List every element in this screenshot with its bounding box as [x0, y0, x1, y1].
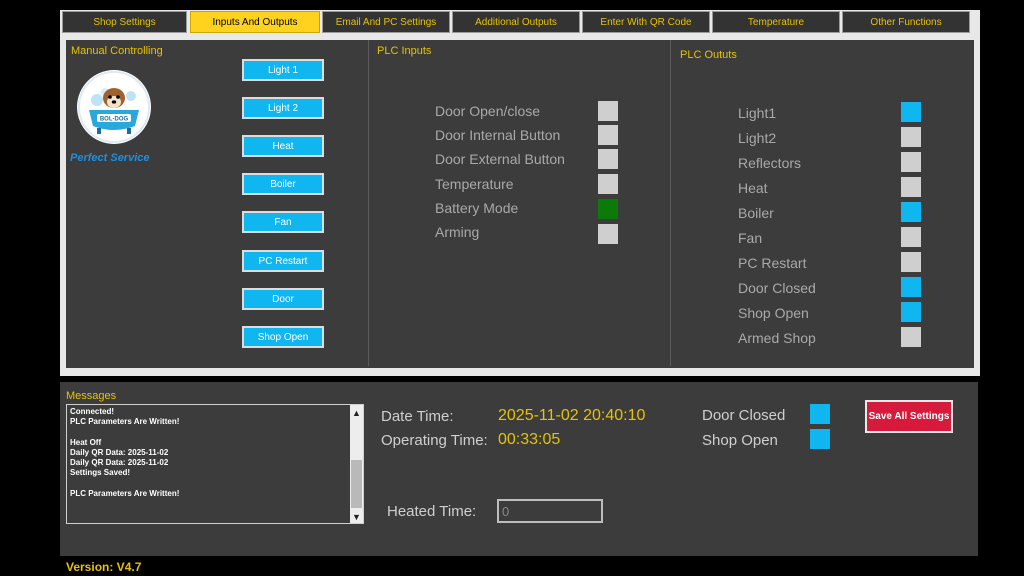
manual-controlling-title: Manual Controlling [71, 45, 163, 57]
slogan-text: Perfect Service [70, 152, 150, 164]
input-label-door-external-button: Door External Button [435, 151, 565, 167]
input-indicator-door-external-button [598, 149, 618, 169]
messages-title: Messages [66, 390, 117, 402]
tab-additional-outputs[interactable]: Additional Outputs [452, 11, 580, 33]
operating-time-value: 00:33:05 [498, 431, 561, 448]
tab-enter-with-qr-code[interactable]: Enter With QR Code [582, 11, 710, 33]
message-line: Connected! [70, 407, 114, 416]
output-indicator-door-closed [901, 277, 921, 297]
output-indicator-heat [901, 177, 921, 197]
message-line: Settings Saved! [70, 468, 131, 477]
output-label-light2: Light2 [738, 130, 777, 146]
tab-inputs-and-outputs[interactable]: Inputs And Outputs [190, 11, 320, 33]
save-all-settings-button[interactable]: Save All Settings [865, 400, 953, 433]
message-line: Daily QR Data: 2025-11-02 [70, 448, 169, 457]
version-label: Version: V4.7 [66, 560, 142, 574]
svg-text:BOL-DOG: BOL-DOG [100, 117, 129, 123]
date-time-label: Date Time: [381, 408, 454, 425]
output-label-door-closed: Door Closed [738, 280, 816, 296]
input-indicator-arming [598, 224, 618, 244]
heat-button[interactable]: Heat [242, 135, 324, 157]
input-indicator-temperature [598, 174, 618, 194]
output-label-armed-shop: Armed Shop [738, 330, 816, 346]
date-time-value: 2025-11-02 20:40:10 [498, 407, 646, 424]
shop-open-button[interactable]: Shop Open [242, 326, 324, 348]
input-label-arming: Arming [435, 224, 480, 240]
light-1-button[interactable]: Light 1 [242, 59, 324, 81]
scroll-up-icon[interactable]: ▲ [350, 406, 363, 419]
scrollbar-thumb[interactable] [351, 460, 362, 508]
message-line: PLC Parameters Are Written! [70, 417, 180, 426]
operating-time-label: Operating Time: [381, 432, 488, 449]
output-indicator-light2 [901, 127, 921, 147]
output-label-heat: Heat [738, 180, 768, 196]
plc-inputs-title: PLC Inputs [377, 45, 432, 57]
door-closed-indicator [810, 404, 830, 424]
output-indicator-armed-shop [901, 327, 921, 347]
tab-email-pc-settings[interactable]: Email And PC Settings [322, 11, 450, 33]
boiler-button[interactable]: Boiler [242, 173, 324, 195]
output-label-shop-open: Shop Open [738, 305, 809, 321]
output-label-pc-restart: PC Restart [738, 255, 807, 271]
heated-time-field[interactable] [497, 499, 603, 523]
output-indicator-fan [901, 227, 921, 247]
door-closed-label: Door Closed [702, 407, 786, 424]
message-line: Heat Off [70, 438, 102, 447]
output-indicator-pc-restart [901, 252, 921, 272]
tab-other-functions[interactable]: Other Functions [842, 11, 970, 33]
tab-temperature[interactable]: Temperature [712, 11, 840, 33]
tab-shop-settings[interactable]: Shop Settings [62, 11, 187, 33]
input-indicator-door-open-close [598, 101, 618, 121]
column-divider [368, 40, 369, 366]
message-line: Daily QR Data: 2025-11-02 [70, 458, 169, 467]
input-label-temperature: Temperature [435, 176, 514, 192]
company-logo: BOL-DOG [77, 70, 151, 144]
scroll-down-icon[interactable]: ▼ [350, 510, 363, 523]
output-indicator-boiler [901, 202, 921, 222]
shop-open-indicator [810, 429, 830, 449]
door-button[interactable]: Door [242, 288, 324, 310]
fan-button[interactable]: Fan [242, 211, 324, 233]
heated-time-label: Heated Time: [387, 503, 477, 520]
input-label-door-internal-button: Door Internal Button [435, 127, 561, 143]
input-indicator-battery-mode [598, 199, 618, 219]
output-label-boiler: Boiler [738, 205, 774, 221]
pc-restart-button[interactable]: PC Restart [242, 250, 324, 272]
output-indicator-reflectors [901, 152, 921, 172]
message-line: PLC Parameters Are Written! [70, 489, 180, 498]
shop-open-label: Shop Open [702, 432, 778, 449]
column-divider [670, 40, 671, 366]
output-indicator-light1 [901, 102, 921, 122]
input-label-battery-mode: Battery Mode [435, 200, 519, 216]
dog-bath-icon: BOL-DOG [78, 71, 150, 143]
input-indicator-door-internal-button [598, 125, 618, 145]
input-label-door-open-close: Door Open/close [435, 103, 541, 119]
output-label-reflectors: Reflectors [738, 155, 802, 171]
main-panel [66, 40, 974, 368]
output-label-light1: Light1 [738, 105, 777, 121]
output-label-fan: Fan [738, 230, 763, 246]
light-2-button[interactable]: Light 2 [242, 97, 324, 119]
output-indicator-shop-open [901, 302, 921, 322]
plc-outputs-title: PLC Oututs [680, 49, 737, 61]
